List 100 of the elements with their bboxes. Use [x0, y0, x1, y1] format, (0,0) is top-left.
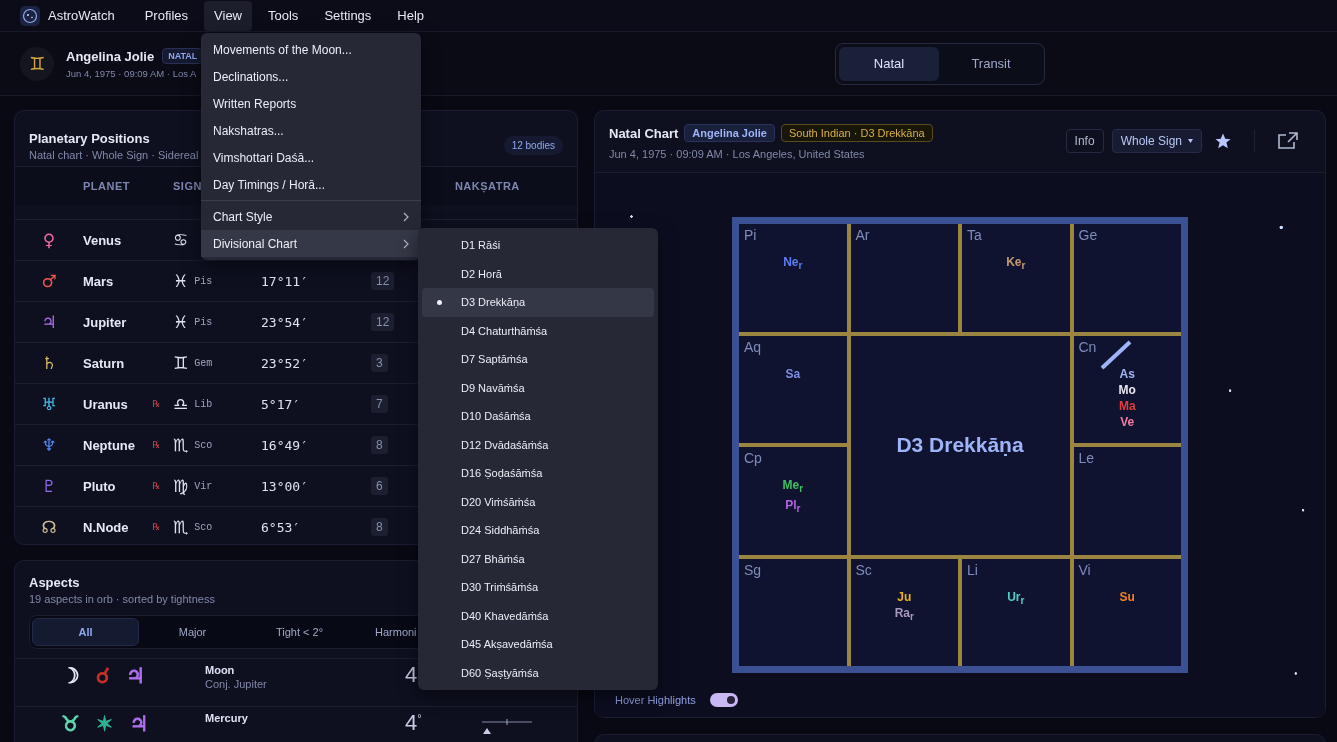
aspect-glyph: ♉ [61, 712, 80, 736]
planet-name: N.Node [83, 519, 130, 535]
menu-entry[interactable]: D2 Horā [422, 259, 654, 288]
column-header: PLANET [83, 180, 131, 192]
retrograde-mark: ℞ [152, 481, 161, 491]
planet-glyph: ♂ [41, 271, 57, 291]
menu-entry[interactable]: D10 Daśāṁśa [422, 402, 654, 431]
filter-tab[interactable]: Major [139, 618, 246, 646]
planet-glyph: ♃ [41, 312, 57, 332]
house-system-dropdown[interactable]: Whole Sign [1111, 129, 1202, 153]
house-number: 12 [371, 313, 395, 331]
menu-entry[interactable]: D27 Bhāṁśa [422, 544, 654, 573]
menu-entry[interactable]: Movements of the Moon... [201, 36, 421, 63]
planet-abbreviation: Ju [897, 588, 912, 605]
filter-tab[interactable]: Tight < 2° [246, 618, 353, 646]
planet-glyph: ☊ [41, 517, 57, 537]
count-badge: 12 bodies [503, 136, 563, 155]
planet-name: Neptune [83, 437, 136, 453]
sign-abbreviation: Vir [194, 480, 213, 492]
menu-entry[interactable]: Divisional Chart [201, 230, 421, 257]
menu-entry[interactable]: D3 Drekkāṇa [422, 288, 654, 317]
menu-entry[interactable]: D30 Triṁśāṁśa [422, 573, 654, 602]
house-number: 12 [371, 272, 395, 290]
menu-entry[interactable]: D12 Dvādaśāṁśa [422, 430, 654, 459]
house-number: 6 [371, 477, 388, 495]
sign-abbreviation: Sco [194, 521, 213, 533]
menu-entry[interactable]: D60 Ṣaṣṭyāṁśa [422, 658, 654, 687]
menu-item[interactable]: Settings [314, 0, 382, 31]
chart-type-badge: NATAL [162, 48, 204, 64]
column-header: SIGN [173, 180, 202, 192]
menu-entry[interactable]: D24 Siddhāṁśa [422, 516, 654, 545]
sign-glyph: ♏ [173, 517, 189, 537]
menu-entry[interactable]: Vimshottari Daśā... [201, 144, 421, 171]
house-number: 7 [371, 395, 388, 413]
planet-abbreviation: Ve [1120, 413, 1135, 430]
planet-abbreviation: Ur$_{r}$ [1007, 588, 1025, 608]
planet-glyph: ♇ [41, 476, 57, 496]
aspect-glyph: ✶ [95, 712, 114, 736]
sign-abbreviation: Gem [194, 357, 213, 369]
menu-item[interactable]: View [204, 0, 252, 31]
degree-value: 16°49′ [261, 437, 308, 453]
retrograde-mark: ℞ [152, 440, 161, 450]
menu-entry[interactable]: Day Timings / Horā... [201, 171, 421, 198]
menu-item[interactable]: Help [387, 0, 435, 31]
planet-abbreviation: As [1119, 365, 1135, 382]
planet-glyph: ♆ [41, 435, 57, 455]
menu-entry[interactable]: Written Reports [201, 90, 421, 117]
planet-name: Mars [83, 273, 115, 289]
sign-glyph: ♊ [173, 353, 189, 373]
sign-label: Ge [1078, 227, 1098, 243]
planet-glyph: ♅ [41, 394, 57, 414]
planet-abbreviation: Pl$_{r}$ [785, 497, 801, 517]
app-name: AstroWatch [48, 8, 115, 23]
info-button[interactable]: Info [1065, 129, 1104, 153]
menu-entry[interactable]: D20 Viṁśāṁśa [422, 487, 654, 516]
menu-entry[interactable]: D9 Navāṁśa [422, 373, 654, 402]
menu-entry[interactable]: D4 Chaturthāṁśa [422, 316, 654, 345]
orb-value: 4$^{°}$ [405, 712, 422, 734]
planet-abbreviation: Su [1119, 588, 1135, 605]
orb-value: 4 [405, 664, 418, 686]
planet-abbreviation: Ra$_{r}$ [894, 604, 914, 624]
planet-name: Saturn [83, 355, 126, 371]
planet-abbreviation: Mo [1118, 381, 1136, 398]
filter-tab[interactable]: All [32, 618, 139, 646]
menu-entry[interactable]: Declinations... [201, 63, 421, 90]
sign-abbreviation: Sco [194, 439, 213, 451]
chart-badge: South Indian · D3 Drekkāṇa [780, 124, 933, 142]
menu-item[interactable]: Tools [258, 0, 309, 31]
planet-abbreviation: Ne$_{r}$ [783, 254, 803, 274]
planet-abbreviation: Ke$_{r}$ [1006, 254, 1026, 274]
sign-label: Pi [744, 227, 757, 243]
zodiac-avatar: ♊ [20, 46, 54, 81]
planet-abbreviation: Sa [785, 365, 801, 382]
degree-value: 6°53′ [261, 519, 301, 535]
menu-entry[interactable]: Nakshatras... [201, 117, 421, 144]
aspect-planet: Mercury [205, 712, 249, 724]
sign-glyph: ♎ [173, 394, 189, 414]
sign-label: Sc [855, 561, 872, 578]
menu-entry[interactable]: Chart Style [201, 203, 421, 230]
menu-entry[interactable]: D1 Rāśi [422, 231, 654, 260]
menu-entry[interactable]: D7 Saptāṁśa [422, 345, 654, 374]
panel-subtitle: Natal chart · Whole Sign · Sidereal [29, 148, 199, 161]
sign-label: Sg [744, 561, 762, 578]
chart-badge: Angelina Jolie [684, 124, 775, 142]
panel-subtitle: 19 aspects in orb · sorted by tightness [29, 593, 215, 605]
menu-entry[interactable]: D16 Ṣoḍaśāṁśa [422, 459, 654, 488]
sign-abbreviation: Pis [194, 275, 213, 287]
house-number: 3 [371, 354, 388, 372]
aspect-glyph: ♃ [129, 712, 149, 736]
panel-title: Natal Chart [609, 125, 679, 141]
sign-glyph: ♓ [173, 271, 189, 291]
mode-tab[interactable]: Natal [839, 46, 939, 81]
mode-tab[interactable]: Transit [941, 46, 1041, 81]
column-header: NAKṢATRA [454, 180, 520, 192]
degree-value: 23°52′ [261, 355, 308, 371]
sign-abbreviation: Lib [194, 398, 213, 410]
menu-item[interactable]: Profiles [134, 0, 199, 31]
panel-title: Aspects [29, 575, 80, 590]
hover-toggle[interactable] [709, 693, 738, 707]
planet-name: Uranus [83, 396, 129, 412]
